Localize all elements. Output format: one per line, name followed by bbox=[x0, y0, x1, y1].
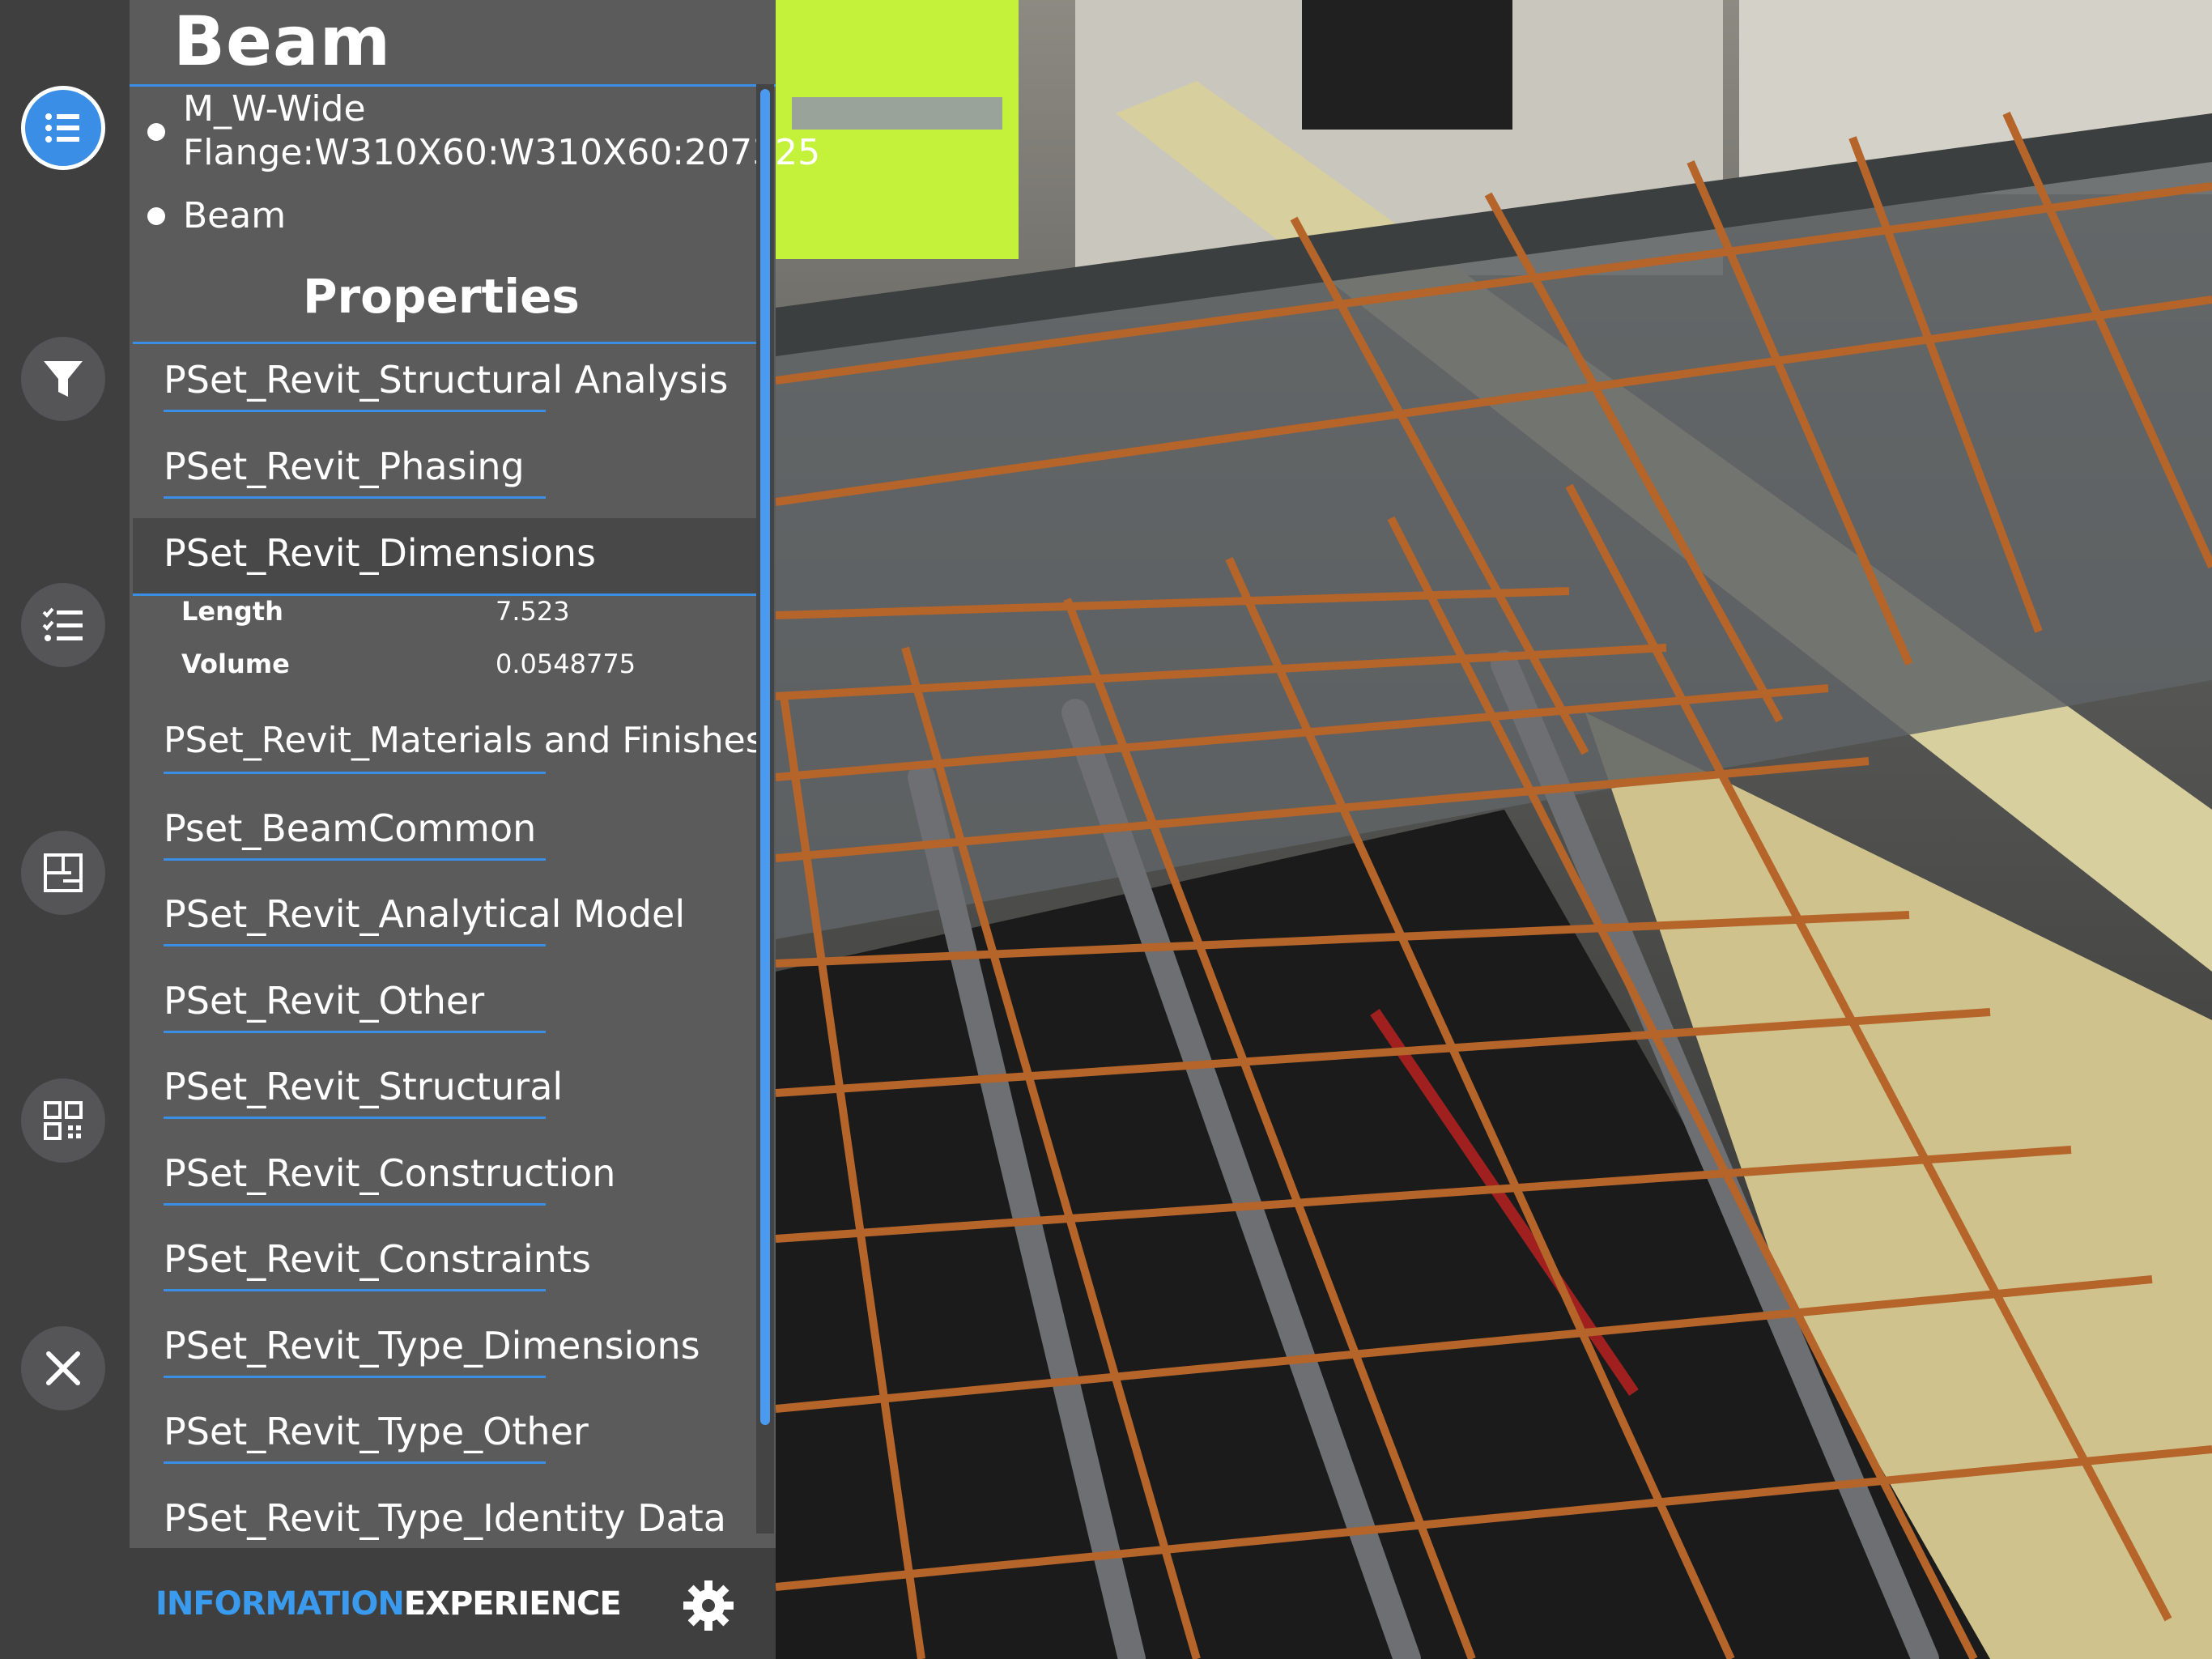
pset-label: PSet_Revit_Other bbox=[164, 979, 485, 1023]
pset-label: PSet_Revit_Type_Identity Data bbox=[164, 1496, 726, 1540]
brand-part-2: EXPERIENCE bbox=[403, 1585, 622, 1623]
pset-item[interactable]: Pset_BeamCommon bbox=[133, 793, 756, 871]
close-button[interactable] bbox=[21, 1326, 105, 1410]
pset-item[interactable]: PSet_Revit_Materials and Finishes bbox=[133, 707, 764, 785]
panel-title: Beam bbox=[173, 2, 392, 81]
property-key: Length bbox=[181, 596, 283, 627]
pset-item[interactable]: PSet_Revit_Structural bbox=[133, 1052, 756, 1129]
pset-item[interactable]: PSet_Revit_Other bbox=[133, 966, 756, 1044]
pset-label: PSet_Revit_Construction bbox=[164, 1151, 616, 1195]
property-value: 7.523 bbox=[496, 596, 570, 627]
pset-underline bbox=[164, 858, 546, 861]
element-category-item: Beam bbox=[147, 194, 286, 238]
pset-underline bbox=[164, 772, 546, 774]
element-type-text: M_W-Wide Flange:W310X60:W310X60:207325 bbox=[183, 88, 821, 173]
scrollbar-thumb[interactable] bbox=[760, 89, 770, 1425]
pset-underline bbox=[164, 410, 546, 412]
pset-item[interactable]: PSet_Revit_Construction bbox=[133, 1138, 756, 1216]
ar-scene bbox=[776, 0, 2212, 1659]
list-button[interactable] bbox=[21, 86, 105, 170]
bullet-icon bbox=[147, 123, 165, 141]
pset-item[interactable]: PSet_Revit_Type_Dimensions bbox=[133, 1311, 756, 1389]
pset-item[interactable]: PSet_Revit_Constraints bbox=[133, 1224, 756, 1302]
checklist-icon bbox=[42, 607, 83, 641]
pset-underline bbox=[164, 1117, 546, 1119]
pset-item[interactable]: PSet_Revit_Analytical Model bbox=[133, 879, 756, 957]
pset-item[interactable]: PSet_Revit_Type_Other bbox=[133, 1397, 756, 1474]
element-category-text: Beam bbox=[183, 195, 287, 236]
filter-icon bbox=[44, 361, 83, 397]
pset-label: PSet_Revit_Phasing bbox=[164, 445, 525, 488]
property-value: 0.0548775 bbox=[496, 649, 636, 679]
pset-underline bbox=[164, 1289, 546, 1291]
floorplan-icon bbox=[44, 853, 83, 892]
pset-label: PSet_Revit_Type_Other bbox=[164, 1410, 589, 1453]
properties-heading: Properties bbox=[303, 269, 580, 324]
qr-scan-button[interactable] bbox=[21, 1078, 105, 1163]
panel-footer: INFORMATIONEXPERIENCE bbox=[130, 1548, 776, 1659]
floorplan-button[interactable] bbox=[21, 831, 105, 915]
pset-underline bbox=[164, 1031, 546, 1033]
tool-rail bbox=[0, 0, 130, 1659]
bullet-icon bbox=[147, 207, 165, 225]
title-divider bbox=[130, 84, 776, 87]
pset-label: PSet_Revit_Structural bbox=[164, 1065, 564, 1108]
pset-label: PSet_Revit_Type_Dimensions bbox=[164, 1324, 700, 1368]
brand-part-1: INFORMATION bbox=[155, 1585, 405, 1623]
pset-label: PSet_Revit_Constraints bbox=[164, 1237, 591, 1281]
pset-label: Pset_BeamCommon bbox=[164, 806, 537, 850]
element-info-panel: Beam M_W-Wide Flange:W310X60:W310X60:207… bbox=[130, 0, 821, 1659]
brand-logo: INFORMATIONEXPERIENCE bbox=[155, 1585, 622, 1623]
filter-button[interactable] bbox=[21, 337, 105, 421]
pset-item-selected[interactable]: PSet_Revit_Dimensions bbox=[133, 518, 756, 596]
qr-code-icon bbox=[44, 1101, 83, 1140]
property-key: Volume bbox=[181, 649, 290, 679]
pset-label: PSet_Revit_Analytical Model bbox=[164, 892, 686, 936]
gear-icon[interactable] bbox=[680, 1577, 737, 1634]
ar-camera-viewport[interactable] bbox=[776, 0, 2212, 1659]
pset-underline bbox=[164, 944, 546, 946]
close-icon bbox=[46, 1351, 80, 1385]
pset-label: PSet_Revit_Dimensions bbox=[164, 531, 596, 575]
pset-item[interactable]: PSet_Revit_Phasing bbox=[133, 432, 756, 509]
pset-label: PSet_Revit_Materials and Finishes bbox=[164, 720, 764, 761]
element-type-item: M_W-Wide Flange:W310X60:W310X60:207325 bbox=[147, 87, 821, 175]
pset-underline bbox=[164, 1376, 546, 1378]
pset-underline bbox=[164, 496, 546, 499]
pset-underline bbox=[164, 1203, 546, 1206]
pset-underline bbox=[164, 1461, 546, 1464]
properties-divider bbox=[133, 342, 756, 344]
checklist-button[interactable] bbox=[21, 583, 105, 667]
pset-item[interactable]: PSet_Revit_Structural Analysis bbox=[133, 345, 756, 423]
list-icon bbox=[45, 113, 79, 143]
pset-label: PSet_Revit_Structural Analysis bbox=[164, 358, 729, 402]
